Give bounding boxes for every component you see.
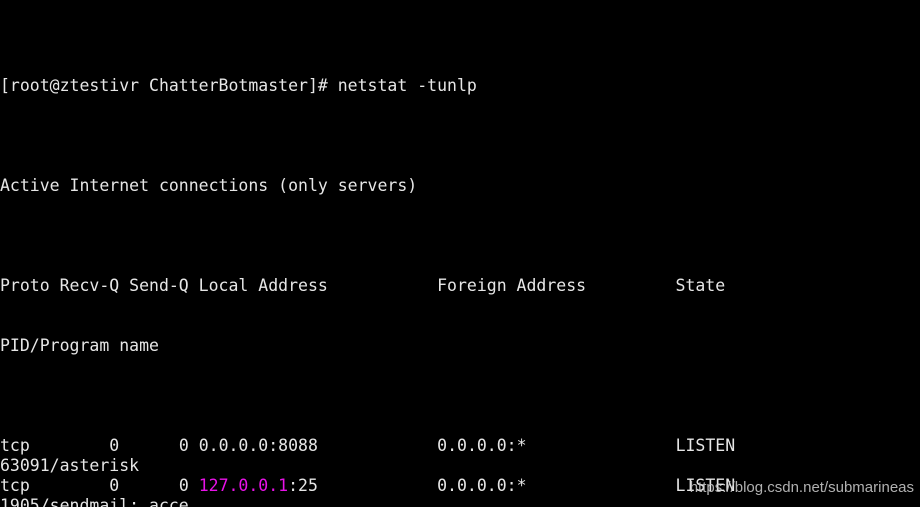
connection-row-program: 1905/sendmail: acce (0, 496, 920, 507)
cell-foreign-address: 0.0.0.0:* (437, 436, 676, 455)
cell-state: LISTEN (675, 476, 736, 495)
column-header-text: Proto Recv-Q Send-Q Local Address Foreig… (0, 276, 726, 295)
local-address-port: :8088 (268, 436, 438, 455)
terminal-window[interactable]: [root@ztestivr ChatterBotmaster]# netsta… (0, 0, 920, 507)
cell-recv-queue: 0 (59, 476, 120, 495)
local-address-host: 0.0.0.0 (188, 436, 269, 455)
connection-rows: tcp 0 0 0.0.0.0:8088 0.0.0.0:* LISTEN 630… (0, 436, 920, 507)
column-header-row-continued: PID/Program name (0, 336, 920, 356)
cell-pid-program: 1905/sendmail: acce (0, 496, 189, 507)
prompt-text: [root@ztestivr ChatterBotmaster]# netsta… (0, 76, 477, 95)
cell-local-address: 0.0.0.0:8088 (189, 436, 437, 455)
cell-proto: tcp (0, 436, 60, 455)
connection-row: tcp 0 0 0.0.0.0:8088 0.0.0.0:* LISTEN (0, 436, 920, 456)
cell-foreign-address: 0.0.0.0:* (437, 476, 676, 495)
local-address-port: :25 (288, 476, 438, 495)
connection-row: tcp 0 0 127.0.0.1:25 0.0.0.0:* LISTEN (0, 476, 920, 496)
cell-proto: tcp (0, 476, 60, 495)
column-header-row: Proto Recv-Q Send-Q Local Address Foreig… (0, 276, 920, 296)
prompt-line: [root@ztestivr ChatterBotmaster]# netsta… (0, 76, 920, 96)
cell-state: LISTEN (675, 436, 736, 455)
column-header-pid-label: PID/Program name (0, 336, 159, 355)
cell-send-queue: 0 (119, 476, 189, 495)
output-banner: Active Internet connections (only server… (0, 176, 920, 196)
cell-recv-queue: 0 (59, 436, 120, 455)
cell-pid-program: 63091/asterisk (0, 456, 140, 475)
connection-row-program: 63091/asterisk (0, 456, 920, 476)
local-address-host: 127.0.0.1 (188, 476, 289, 495)
terminal-screen: [root@ztestivr ChatterBotmaster]# netsta… (0, 0, 920, 507)
cell-local-address: 127.0.0.1:25 (189, 476, 437, 495)
output-banner-text: Active Internet connections (only server… (0, 176, 418, 195)
cell-send-queue: 0 (119, 436, 189, 455)
